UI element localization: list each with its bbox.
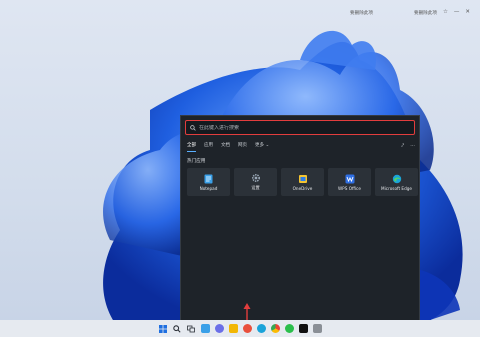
wechat-icon[interactable] [284,324,294,333]
tab-documents[interactable]: 文档 [221,141,230,151]
wps-icon [345,174,355,184]
share-icon[interactable]: ⤤ [401,143,404,149]
app-tile-wps[interactable]: WPS Office [328,168,371,196]
top-apps: Notepad 设置 OneDrive WPS Office Microsoft… [187,168,418,196]
edge-icon [392,174,402,184]
app-icon[interactable] [312,324,322,333]
store-icon[interactable] [242,324,252,333]
onedrive-icon [298,174,308,184]
app-label: Notepad [199,185,218,191]
tab-more[interactable]: 更多 ⌄ [255,141,269,151]
taskbar [0,320,480,337]
edge-icon[interactable] [256,324,266,333]
app-tile-onedrive[interactable]: OneDrive [281,168,324,196]
search-input[interactable] [199,124,389,131]
search-icon [190,124,196,131]
app-tile-notepad[interactable]: Notepad [187,168,230,196]
minimize-icon[interactable]: — [454,10,460,16]
app-tile-settings[interactable]: 设置 [234,168,277,196]
top-bar-text: 要删除此项 [350,11,373,16]
chat-icon[interactable] [214,324,224,333]
settings-icon [251,173,261,183]
tiktok-icon[interactable] [298,324,308,333]
app-label: WPS Office [338,185,361,191]
top-bar-text-right: 要删除此项 [413,11,437,16]
chrome-icon[interactable] [270,324,280,333]
chevron-down-icon: ⌄ [265,143,270,148]
app-tile-edge[interactable]: Microsoft Edge [375,168,418,196]
top-bar: 要删除此项 要删除此项 ☆ — ✕ [350,6,470,20]
explorer-icon[interactable] [228,324,238,333]
close-icon[interactable]: ✕ [465,10,470,16]
tab-apps[interactable]: 应用 [204,141,213,151]
widgets-icon[interactable] [200,324,210,333]
windows-icon[interactable] [159,324,168,333]
notepad-icon [204,174,214,184]
tab-web[interactable]: 网页 [238,141,247,151]
tab-all[interactable]: 全部 [187,141,196,152]
tab-more-label: 更多 [255,143,264,148]
app-label: Microsoft Edge [381,185,412,191]
search-panel: 全部 应用 文档 网页 更多 ⌄ ⤤ ··· 热门应用 Notepad 设置 O [180,115,420,321]
app-label: OneDrive [292,185,313,191]
search-box[interactable] [185,120,415,135]
task-view-icon[interactable] [187,324,196,333]
more-icon[interactable]: ··· [410,143,415,149]
filter-tabs: 全部 应用 文档 网页 更多 ⌄ ⤤ ··· [187,141,415,152]
star-icon[interactable]: ☆ [443,10,448,16]
section-title: 热门应用 [187,159,206,164]
app-label: 设置 [251,185,260,190]
search-icon[interactable] [173,324,182,333]
